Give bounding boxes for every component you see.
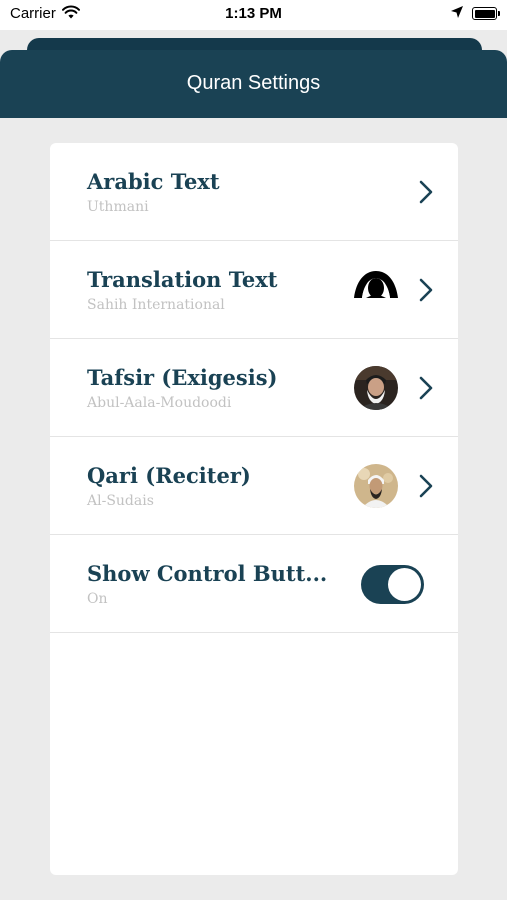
- setting-title: Tafsir (Exigesis): [87, 365, 278, 390]
- setting-qari[interactable]: Qari (Reciter) Al-Sudais: [50, 437, 458, 535]
- setting-value: Uthmani: [87, 199, 149, 215]
- setting-title: Qari (Reciter): [87, 463, 251, 488]
- location-arrow-icon: [451, 6, 463, 18]
- setting-value: Al-Sudais: [87, 493, 154, 509]
- setting-value: On: [87, 591, 108, 607]
- setting-arabic-text[interactable]: Arabic Text Uthmani: [50, 143, 458, 241]
- setting-tafsir[interactable]: Tafsir (Exigesis) Abul-Aala-Moudoodi: [50, 339, 458, 437]
- settings-card: Arabic Text Uthmani Translation Text Sah…: [50, 143, 458, 875]
- clock: 1:13 PM: [225, 5, 282, 22]
- translator-avatar: [354, 271, 398, 298]
- chevron-right-icon: [419, 180, 433, 204]
- page-title: Quran Settings: [186, 72, 321, 94]
- show-controls-toggle[interactable]: [361, 565, 424, 604]
- setting-title: Arabic Text: [87, 169, 220, 194]
- chevron-right-icon: [419, 376, 433, 400]
- status-bar: Carrier 1:13 PM: [0, 0, 507, 30]
- chevron-right-icon: [419, 474, 433, 498]
- setting-title: Show Control Butt...: [87, 561, 328, 586]
- toggle-knob: [388, 568, 421, 601]
- setting-value: Abul-Aala-Moudoodi: [87, 395, 232, 411]
- battery-icon: [472, 7, 500, 20]
- chevron-right-icon: [419, 278, 433, 302]
- setting-title: Translation Text: [87, 267, 278, 292]
- setting-translation-text[interactable]: Translation Text Sahih International: [50, 241, 458, 339]
- navigation-bar: Quran Settings: [0, 50, 507, 118]
- setting-value: Sahih International: [87, 297, 225, 313]
- reciter-avatar: [354, 464, 398, 508]
- scholar-avatar: [354, 366, 398, 410]
- setting-show-control-buttons: Show Control Butt... On: [50, 535, 458, 633]
